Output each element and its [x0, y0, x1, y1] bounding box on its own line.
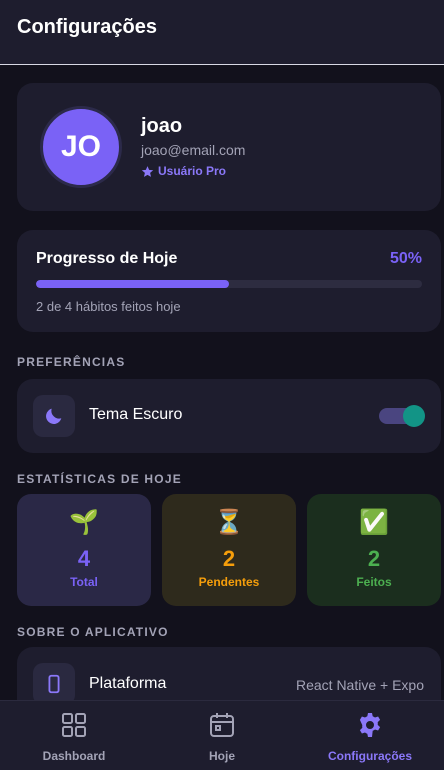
dark-theme-label: Tema Escuro — [89, 406, 183, 423]
dark-theme-toggle[interactable] — [379, 405, 425, 427]
profile-email: joao@email.com — [141, 142, 246, 158]
platform-label: Plataforma — [89, 675, 167, 692]
check-mark-icon: ✅ — [359, 509, 389, 536]
progress-percent: 50% — [389, 250, 422, 267]
settings-scroll-area[interactable]: JO joao joao@email.com Usuário Pro Progr… — [0, 66, 444, 700]
pro-badge: Usuário Pro — [141, 164, 226, 178]
section-label-preferences: PREFERÊNCIAS — [17, 355, 126, 369]
page-title: Configurações — [17, 16, 158, 38]
bottom-tab-bar: Dashboard Hoje Configurações — [0, 700, 444, 770]
phone-icon-box — [33, 663, 75, 700]
stat-value: 4 — [77, 546, 91, 571]
stat-card-done: ✅ 2 Feitos — [307, 494, 441, 606]
stat-card-total: 🌱 4 Total — [17, 494, 151, 606]
gear-icon — [359, 713, 381, 737]
section-label-stats: ESTATÍSTICAS DE HOJE — [17, 472, 182, 486]
toggle-thumb — [403, 405, 425, 427]
progress-card: Progresso de Hoje 50% 2 de 4 hábitos fei… — [17, 230, 441, 332]
moon-icon-box — [33, 395, 75, 437]
sprout-icon: 🌱 — [69, 509, 99, 536]
tab-settings[interactable]: Configurações — [296, 701, 444, 770]
progress-bar — [36, 280, 422, 288]
avatar: JO — [40, 106, 122, 188]
section-label-about: SOBRE O APLICATIVO — [17, 625, 169, 639]
grid-icon — [62, 713, 86, 737]
stat-card-pending: ⏳ 2 Pendentes — [162, 494, 296, 606]
tab-dashboard[interactable]: Dashboard — [0, 701, 148, 770]
phone-icon — [48, 674, 60, 694]
stat-label: Total — [70, 575, 98, 589]
stat-value: 2 — [222, 546, 236, 571]
tab-settings-label: Configurações — [327, 749, 412, 763]
hourglass-icon: ⏳ — [214, 509, 244, 536]
stat-label: Pendentes — [198, 575, 260, 589]
moon-icon — [46, 408, 62, 424]
app-header: Configurações — [0, 0, 444, 65]
profile-name: joao — [141, 115, 183, 137]
platform-value: React Native + Expo — [295, 677, 424, 693]
platform-row: Plataforma React Native + Expo — [17, 647, 441, 700]
progress-bar-fill — [36, 280, 229, 288]
pro-badge-label: Usuário Pro — [158, 164, 227, 178]
progress-title: Progresso de Hoje — [36, 250, 178, 267]
profile-card: JO joao joao@email.com Usuário Pro — [17, 83, 441, 211]
dark-theme-row[interactable]: Tema Escuro — [17, 379, 441, 453]
tab-today-label: Hoje — [208, 749, 235, 763]
progress-caption: 2 de 4 hábitos feitos hoje — [36, 299, 181, 314]
tab-today[interactable]: Hoje — [148, 701, 296, 770]
stat-value: 2 — [367, 546, 381, 571]
tab-dashboard-label: Dashboard — [42, 749, 106, 763]
star-icon — [141, 165, 154, 177]
calendar-icon — [210, 713, 234, 737]
stat-label: Feitos — [356, 575, 392, 589]
